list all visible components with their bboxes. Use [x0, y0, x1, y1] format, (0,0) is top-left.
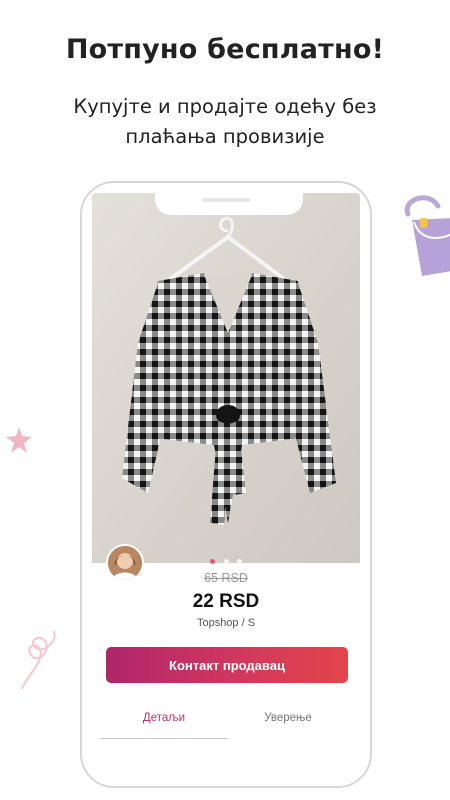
star-decoration-icon	[6, 427, 32, 453]
phone-notch	[155, 193, 303, 215]
phone-speaker	[202, 198, 250, 202]
phone-screen: 65 RSD 22 RSD Topshop / S Контакт продав…	[92, 193, 360, 778]
seller-avatar[interactable]	[106, 544, 144, 582]
avatar-portrait-icon	[108, 546, 142, 580]
subheadline: Купујте и продајте одећу без плаћања про…	[73, 95, 377, 148]
current-price: 22 RSD	[192, 591, 260, 612]
tab-details[interactable]: Детаљи	[100, 705, 228, 739]
headline: Потпуно бесплатно!	[65, 34, 385, 65]
details-tabs: Детаљи Уверење	[92, 705, 360, 739]
swirl-decoration-icon	[21, 631, 56, 689]
carousel-dot-2[interactable]	[223, 559, 229, 564]
contact-seller-button[interactable]: Контакт продавац	[106, 647, 348, 683]
brand-size: Topshop / S	[196, 617, 256, 629]
carousel-dot-3[interactable]	[236, 559, 242, 564]
product-photo[interactable]	[92, 193, 360, 563]
phone-frame: 65 RSD 22 RSD Topshop / S Контакт продав…	[80, 181, 372, 788]
handbag-decoration-icon	[404, 195, 450, 276]
carousel-dot-1[interactable]	[210, 559, 216, 564]
tab-certificate[interactable]: Уверење	[224, 705, 352, 739]
